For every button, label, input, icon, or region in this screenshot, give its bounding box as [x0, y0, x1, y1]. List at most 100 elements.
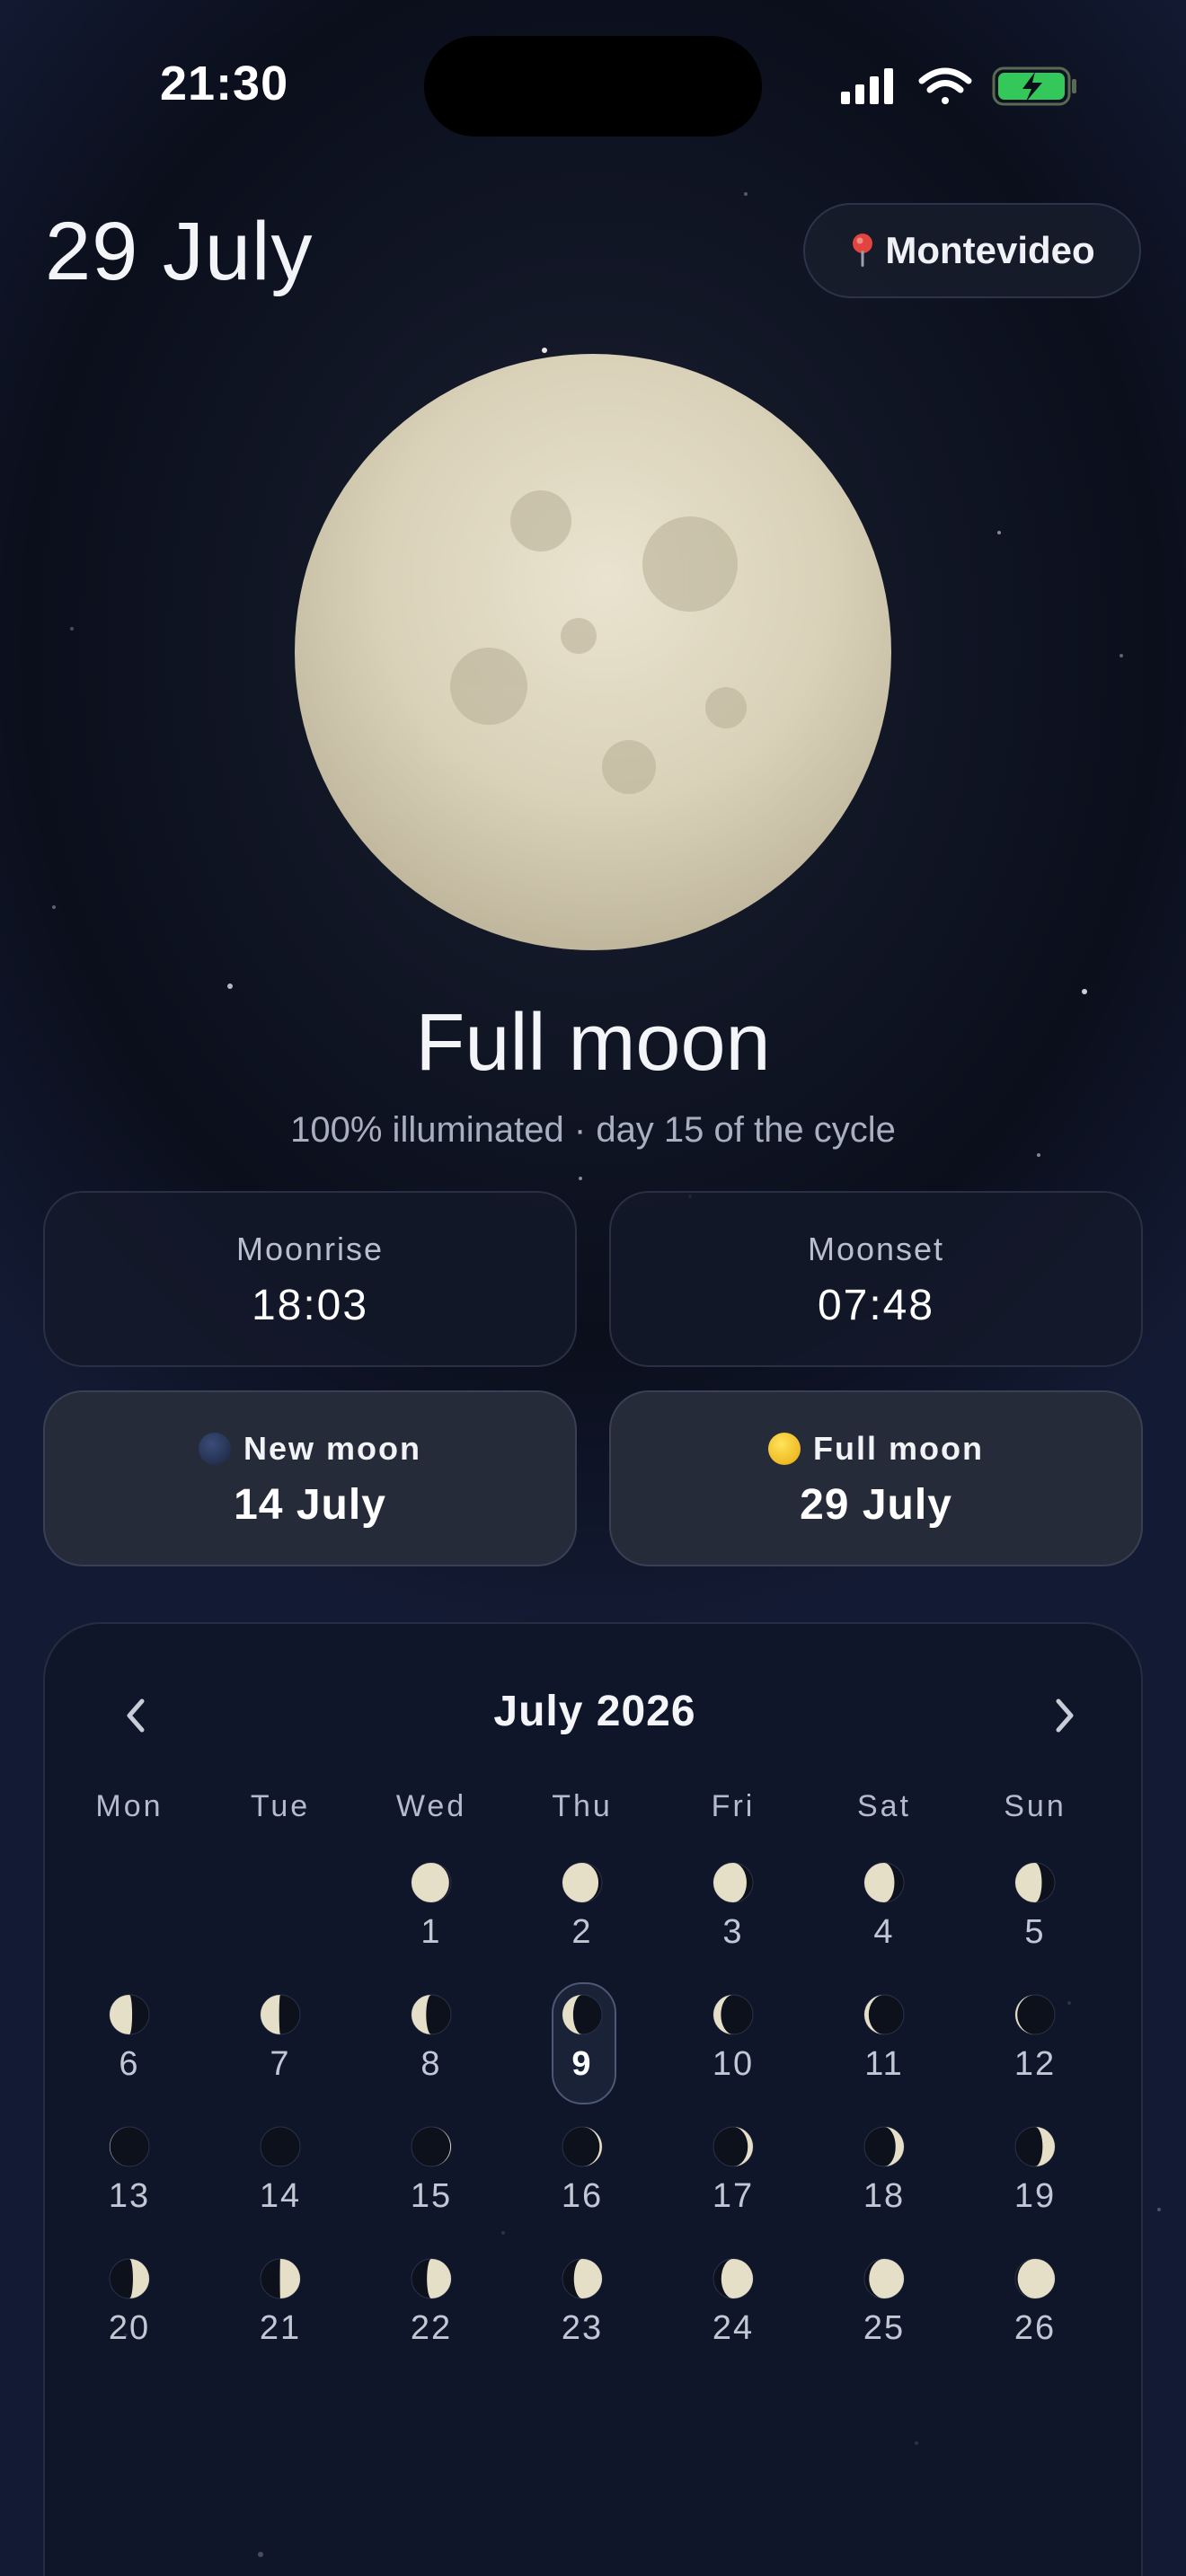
- location-button[interactable]: Montevideo: [803, 203, 1141, 298]
- moonset-value: 07:48: [817, 1282, 935, 1329]
- day-number: 19: [1013, 2177, 1057, 2215]
- calendar-day[interactable]: 18: [830, 2120, 938, 2254]
- cellular-signal-icon: [841, 68, 893, 104]
- page-title: 29 July: [45, 206, 314, 297]
- calendar-day[interactable]: 16: [528, 2120, 636, 2254]
- day-number: 13: [108, 2177, 151, 2215]
- wifi-icon: [918, 67, 972, 104]
- moon-phase-icon: [411, 2258, 452, 2299]
- calendar-day[interactable]: 23: [528, 2252, 636, 2350]
- moon-phase-icon: [712, 2126, 754, 2167]
- day-number: 9: [571, 2045, 593, 2083]
- day-number: 10: [712, 2045, 755, 2083]
- moon-phase-icon: [411, 2126, 452, 2167]
- day-number: 7: [270, 2045, 291, 2083]
- calendar-day[interactable]: 17: [679, 2120, 787, 2254]
- chevron-right-icon[interactable]: [1037, 1689, 1091, 1742]
- pin-icon: [853, 234, 873, 267]
- moon-phase-icon: [712, 2258, 754, 2299]
- day-number: 18: [863, 2177, 906, 2215]
- calendar-day[interactable]: 2: [528, 1856, 636, 1990]
- calendar-day[interactable]: 19: [981, 2120, 1089, 2254]
- battery-charging-icon: [992, 66, 1076, 106]
- calendar-day[interactable]: 4: [830, 1856, 938, 1990]
- moon-illustration: [295, 354, 891, 950]
- weekday-label: Tue: [250, 1789, 311, 1823]
- calendar-month-label: July 2026: [493, 1688, 696, 1735]
- calendar-day[interactable]: 15: [377, 2120, 485, 2254]
- calendar-day[interactable]: 21: [226, 2252, 334, 2350]
- status-time: 21:30: [160, 57, 289, 110]
- day-number: 12: [1013, 2045, 1057, 2083]
- weekday-label: Sat: [856, 1789, 912, 1823]
- full-moon-card[interactable]: Full moon 29 July: [609, 1390, 1143, 1566]
- moon-phase-icon: [260, 2258, 301, 2299]
- moon-phase-icon: [562, 1994, 603, 2035]
- calendar-day[interactable]: 12: [981, 1988, 1089, 2122]
- full-moon-dot-icon: [768, 1433, 801, 1465]
- calendar-day[interactable]: 10: [679, 1988, 787, 2122]
- moon-phase-icon: [260, 1994, 301, 2035]
- moon-phase-icon: [562, 1862, 603, 1903]
- day-number: 21: [259, 2309, 302, 2347]
- chevron-left-icon[interactable]: [110, 1689, 164, 1742]
- phase-name: Full moon: [415, 998, 771, 1088]
- calendar-day[interactable]: 5: [981, 1856, 1089, 1990]
- calendar-day[interactable]: 13: [75, 2120, 183, 2254]
- moon-phase-icon: [1014, 1862, 1056, 1903]
- moonset-label: Moonset: [807, 1231, 945, 1267]
- calendar-day[interactable]: 7: [226, 1988, 334, 2122]
- moon-phase-icon: [1014, 1994, 1056, 2035]
- day-number: 15: [410, 2177, 453, 2215]
- day-number: 3: [722, 1913, 744, 1951]
- calendar-day[interactable]: 25: [830, 2252, 938, 2350]
- calendar-day[interactable]: 1: [377, 1856, 485, 1990]
- moon-phase-icon: [712, 1994, 754, 2035]
- calendar-day[interactable]: 11: [830, 1988, 938, 2122]
- moon-phase-icon: [109, 2258, 150, 2299]
- calendar-day[interactable]: 3: [679, 1856, 787, 1990]
- day-number: 8: [420, 2045, 442, 2083]
- moon-phase-icon: [260, 2126, 301, 2167]
- day-number: 22: [410, 2309, 453, 2347]
- calendar-day[interactable]: 6: [75, 1988, 183, 2122]
- new-moon-label: New moon: [243, 1430, 421, 1467]
- moon-phase-icon: [411, 1994, 452, 2035]
- calendar-day[interactable]: 26: [981, 2252, 1089, 2350]
- dynamic-island: [424, 36, 762, 137]
- status-icons: [841, 66, 1076, 106]
- moonrise-label: Moonrise: [235, 1231, 385, 1267]
- calendar-day[interactable]: 22: [377, 2252, 485, 2350]
- moonrise-value: 18:03: [251, 1282, 369, 1329]
- moon-phase-icon: [1014, 2258, 1056, 2299]
- weekday-label: Fri: [711, 1789, 756, 1823]
- lunar-calendar: July 2026 Mon Tue Wed Thu Fri Sat Sun 12345678…: [43, 1622, 1143, 2576]
- new-moon-dot-icon: [198, 1433, 231, 1465]
- moonset-card: Moonset 07:48: [609, 1191, 1143, 1367]
- day-number: 5: [1024, 1913, 1046, 1951]
- day-number: 16: [561, 2177, 604, 2215]
- day-number: 24: [712, 2309, 755, 2347]
- calendar-day-selected[interactable]: 9: [528, 1982, 636, 2122]
- moon-phase-icon: [109, 1994, 150, 2035]
- day-number: 25: [863, 2309, 906, 2347]
- weekday-label: Wed: [395, 1789, 467, 1823]
- moonrise-card: Moonrise 18:03: [43, 1191, 577, 1367]
- moon-phase-icon: [863, 2258, 905, 2299]
- weekday-label: Thu: [552, 1789, 613, 1823]
- calendar-day[interactable]: 14: [226, 2120, 334, 2254]
- moon-phase-icon: [562, 2258, 603, 2299]
- calendar-day[interactable]: 8: [377, 1988, 485, 2122]
- new-moon-card[interactable]: New moon 14 July: [43, 1390, 577, 1566]
- calendar-day[interactable]: 20: [75, 2252, 183, 2350]
- day-number: 20: [108, 2309, 151, 2347]
- day-number: 1: [420, 1913, 442, 1951]
- moon-phase-icon: [109, 2126, 150, 2167]
- moon-phase-icon: [863, 1994, 905, 2035]
- calendar-day[interactable]: 24: [679, 2252, 787, 2350]
- moon-phase-icon: [863, 2126, 905, 2167]
- moon-phase-icon: [863, 1862, 905, 1903]
- moon-phase-icon: [411, 1862, 452, 1903]
- weekday-label: Sun: [1004, 1789, 1067, 1823]
- full-moon-date: 29 July: [800, 1481, 952, 1529]
